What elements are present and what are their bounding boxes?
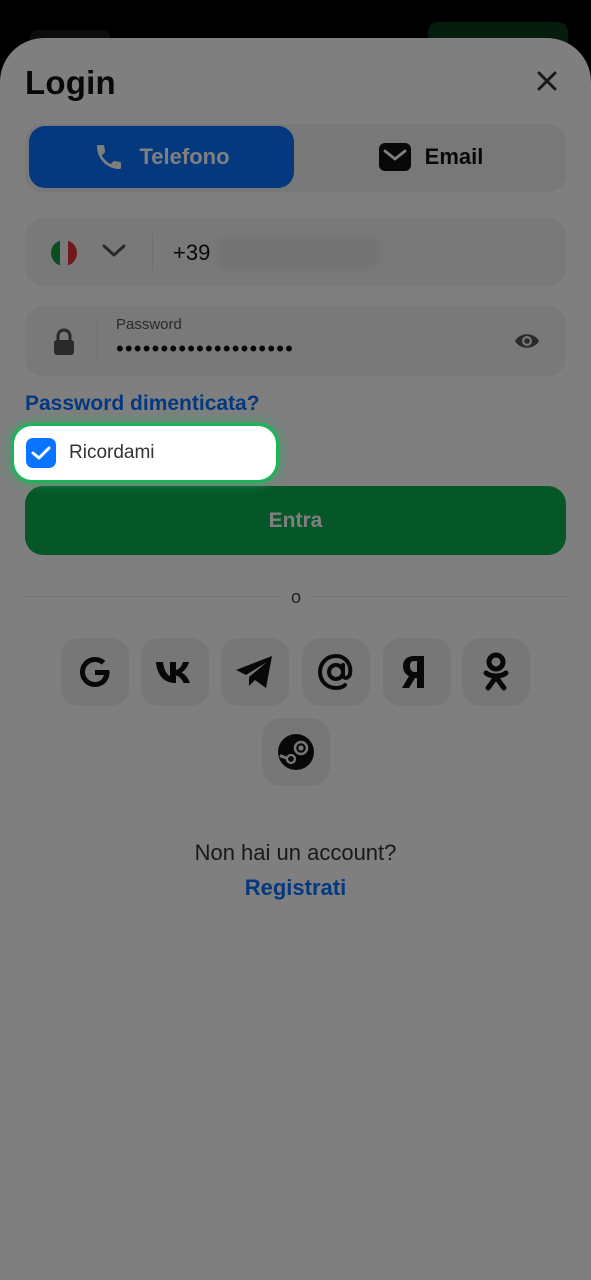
phone-icon xyxy=(97,145,122,169)
mail-ru-login-button[interactable] xyxy=(302,638,370,706)
password-field[interactable]: Password •••••••••••••••••••• xyxy=(25,306,566,376)
phone-prefix: +39 xyxy=(173,240,211,265)
close-button[interactable] xyxy=(530,64,564,98)
checkmark-icon xyxy=(31,446,51,460)
login-method-tabs: Telefono Email xyxy=(25,124,566,192)
steam-icon xyxy=(278,734,314,770)
country-select[interactable] xyxy=(101,242,127,265)
password-value: •••••••••••••••••••• xyxy=(116,336,295,361)
register-link[interactable]: Registrati xyxy=(0,875,591,901)
tab-email[interactable]: Email xyxy=(301,126,561,188)
field-divider xyxy=(152,234,153,270)
tab-email-label: Email xyxy=(424,144,484,169)
password-label: Password xyxy=(116,316,182,333)
separator-line xyxy=(25,596,280,597)
google-login-button[interactable] xyxy=(61,638,129,706)
tab-telefono[interactable]: Telefono xyxy=(29,126,294,188)
yandex-login-button[interactable] xyxy=(383,638,451,706)
mail-icon xyxy=(378,143,411,171)
tab-telefono-label: Telefono xyxy=(139,144,230,169)
separator-line xyxy=(313,596,566,597)
yandex-icon xyxy=(402,656,424,688)
odnoklassniki-icon xyxy=(483,652,509,691)
separator-label: o xyxy=(290,587,301,607)
telegram-login-button[interactable] xyxy=(221,638,289,706)
odnoklassniki-login-button[interactable] xyxy=(462,638,530,706)
no-account-text: Non hai un account? xyxy=(194,840,397,865)
chevron-down-icon xyxy=(102,244,126,257)
vk-login-button[interactable] xyxy=(141,638,209,706)
page-title: Login xyxy=(25,64,116,101)
eye-icon[interactable] xyxy=(513,328,541,354)
phone-number-masked[interactable] xyxy=(218,237,378,269)
forgot-password-link[interactable]: Password dimenticata? xyxy=(25,392,260,416)
remember-me-checkbox[interactable]: Ricordami xyxy=(14,426,276,480)
google-icon xyxy=(80,657,110,687)
steam-login-button[interactable] xyxy=(262,718,330,786)
remember-me-label: Ricordami xyxy=(69,442,155,463)
submit-button[interactable]: Entra xyxy=(25,486,566,555)
checkbox-box xyxy=(26,438,56,468)
close-icon xyxy=(537,71,557,91)
lock-icon xyxy=(54,328,74,355)
phone-field[interactable]: +39 xyxy=(25,218,566,286)
italy-flag-icon xyxy=(51,240,77,266)
login-sheet: Login Telefono Email +39 Password ••••••… xyxy=(0,38,591,1280)
vk-icon xyxy=(156,662,190,683)
field-divider xyxy=(97,322,98,360)
telegram-icon xyxy=(236,656,272,688)
at-icon xyxy=(317,653,353,691)
